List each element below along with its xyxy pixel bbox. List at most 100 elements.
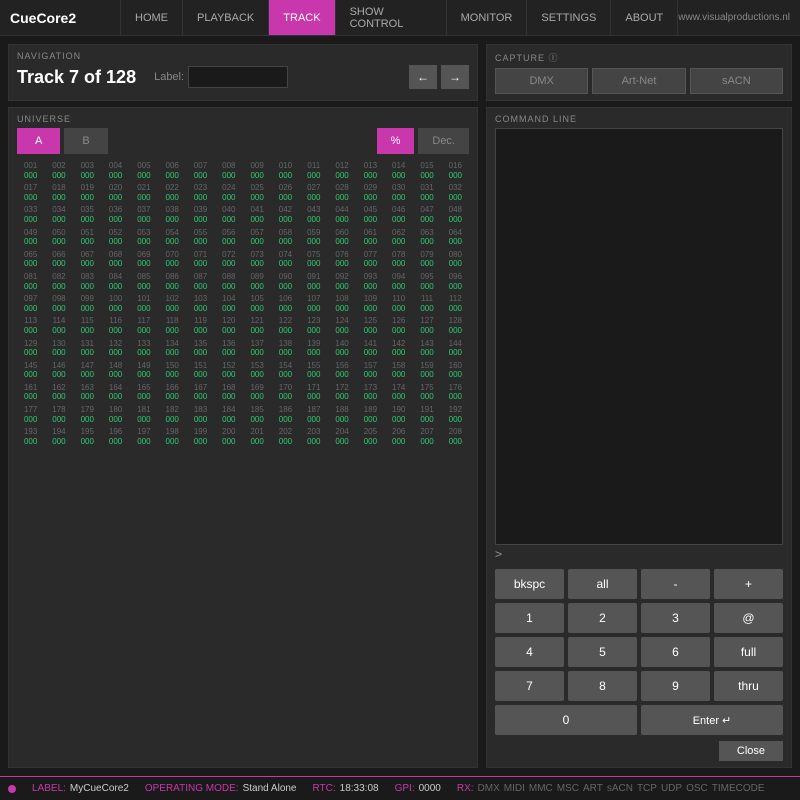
- dmx-value: 000: [137, 326, 150, 336]
- nav-track[interactable]: TRACK: [269, 0, 335, 35]
- dmx-value: 000: [364, 237, 377, 247]
- keypad-1-button[interactable]: 1: [495, 603, 564, 633]
- keypad-Enter-button[interactable]: Enter ↵: [641, 705, 783, 735]
- dmx-value: 000: [279, 415, 292, 425]
- capture-dmx-button[interactable]: DMX: [495, 68, 588, 94]
- dmx-cell-17: 017000: [17, 182, 44, 203]
- dmx-cell-57: 057000: [244, 227, 271, 248]
- dmx-channel: 030: [392, 183, 405, 193]
- capture-sacn-button[interactable]: sACN: [690, 68, 783, 94]
- keypad-9-button[interactable]: 9: [641, 671, 710, 701]
- dmx-channel: 033: [24, 205, 37, 215]
- dmx-channel: 206: [392, 427, 405, 437]
- dmx-channel: 025: [250, 183, 263, 193]
- keypad-all-button[interactable]: all: [568, 569, 637, 599]
- dmx-cell-82: 082000: [45, 271, 72, 292]
- dmx-cell-136: 136000: [215, 338, 242, 359]
- dmx-channel: 186: [279, 405, 292, 415]
- keypad-bkspc-button[interactable]: bkspc: [495, 569, 564, 599]
- dmx-channel: 050: [52, 228, 65, 238]
- dmx-value: 000: [109, 392, 122, 402]
- capture-artnet-button[interactable]: Art-Net: [592, 68, 685, 94]
- dmx-cell-178: 178000: [45, 404, 72, 425]
- keypad-5-button[interactable]: 5: [568, 637, 637, 667]
- status-label: LABEL: MyCueCore2: [32, 783, 129, 794]
- dmx-value: 000: [81, 237, 94, 247]
- universe-b-tab[interactable]: B: [64, 128, 107, 154]
- keypad-2-button[interactable]: 2: [568, 603, 637, 633]
- keypad--button[interactable]: +: [714, 569, 783, 599]
- dmx-cell-26: 026000: [272, 182, 299, 203]
- next-track-button[interactable]: →: [441, 65, 469, 89]
- dmx-channel: 191: [420, 405, 433, 415]
- dmx-cell-60: 060000: [328, 227, 355, 248]
- keypad-0-button[interactable]: 0: [495, 705, 637, 735]
- keypad-7-button[interactable]: 7: [495, 671, 564, 701]
- nav-show-control[interactable]: SHOW CONTROL: [336, 0, 447, 35]
- dmx-channel: 149: [137, 361, 150, 371]
- dmx-channel: 012: [335, 161, 348, 171]
- dmx-value: 000: [449, 171, 462, 181]
- dmx-cell-8: 008000: [215, 160, 242, 181]
- dmx-cell-106: 106000: [272, 293, 299, 314]
- keypad-6-button[interactable]: 6: [641, 637, 710, 667]
- dmx-channel: 192: [449, 405, 462, 415]
- dmx-value: 000: [109, 326, 122, 336]
- keypad-8-button[interactable]: 8: [568, 671, 637, 701]
- nav-settings[interactable]: SETTINGS: [527, 0, 611, 35]
- dmx-channel: 138: [279, 339, 292, 349]
- keypad-3-button[interactable]: 3: [641, 603, 710, 633]
- dmx-value: 000: [335, 437, 348, 447]
- dmx-value: 000: [279, 348, 292, 358]
- dmx-cell-85: 085000: [130, 271, 157, 292]
- dmx-channel: 154: [279, 361, 292, 371]
- dmx-cell-185: 185000: [244, 404, 271, 425]
- nav-about[interactable]: ABOUT: [611, 0, 678, 35]
- keypad-full-button[interactable]: full: [714, 637, 783, 667]
- nav-playback[interactable]: PLAYBACK: [183, 0, 269, 35]
- dmx-channel: 141: [364, 339, 377, 349]
- dmx-channel: 115: [81, 316, 94, 326]
- dmx-channel: 040: [222, 205, 235, 215]
- dmx-value: 000: [449, 193, 462, 203]
- dmx-channel: 095: [420, 272, 433, 282]
- dmx-channel: 023: [194, 183, 207, 193]
- dmx-cell-135: 135000: [187, 338, 214, 359]
- prev-track-button[interactable]: ←: [409, 65, 437, 89]
- dmx-channel: 187: [307, 405, 320, 415]
- dmx-channel: 091: [307, 272, 320, 282]
- dmx-channel: 085: [137, 272, 150, 282]
- dmx-cell-7: 007000: [187, 160, 214, 181]
- dmx-channel: 015: [420, 161, 433, 171]
- dmx-channel: 201: [250, 427, 263, 437]
- dmx-value: 000: [222, 415, 235, 425]
- nav-monitor[interactable]: MONITOR: [447, 0, 528, 35]
- dmx-channel: 031: [420, 183, 433, 193]
- format-hex-tab[interactable]: %: [377, 128, 415, 154]
- dmx-cell-63: 063000: [413, 227, 440, 248]
- dmx-cell-108: 108000: [328, 293, 355, 314]
- dmx-cell-5: 005000: [130, 160, 157, 181]
- dmx-channel: 079: [420, 250, 433, 260]
- dmx-cell-33: 033000: [17, 204, 44, 225]
- dmx-cell-13: 013000: [357, 160, 384, 181]
- format-dec-tab[interactable]: Dec.: [418, 128, 469, 154]
- command-textarea[interactable]: [495, 128, 783, 545]
- keypad-4-button[interactable]: 4: [495, 637, 564, 667]
- dmx-cell-160: 160000: [442, 360, 469, 381]
- dmx-cell-64: 064000: [442, 227, 469, 248]
- keypad-thru-button[interactable]: thru: [714, 671, 783, 701]
- nav-arrows: ← →: [409, 65, 469, 89]
- keypad--button[interactable]: @: [714, 603, 783, 633]
- dmx-cell-147: 147000: [74, 360, 101, 381]
- label-input[interactable]: [188, 66, 288, 88]
- dmx-value: 000: [166, 193, 179, 203]
- dmx-channel: 071: [194, 250, 207, 260]
- dmx-value: 000: [194, 326, 207, 336]
- dmx-cell-44: 044000: [328, 204, 355, 225]
- dmx-cell-20: 020000: [102, 182, 129, 203]
- close-button[interactable]: Close: [719, 741, 783, 761]
- keypad--button[interactable]: -: [641, 569, 710, 599]
- nav-home[interactable]: HOME: [120, 0, 183, 35]
- universe-a-tab[interactable]: A: [17, 128, 60, 154]
